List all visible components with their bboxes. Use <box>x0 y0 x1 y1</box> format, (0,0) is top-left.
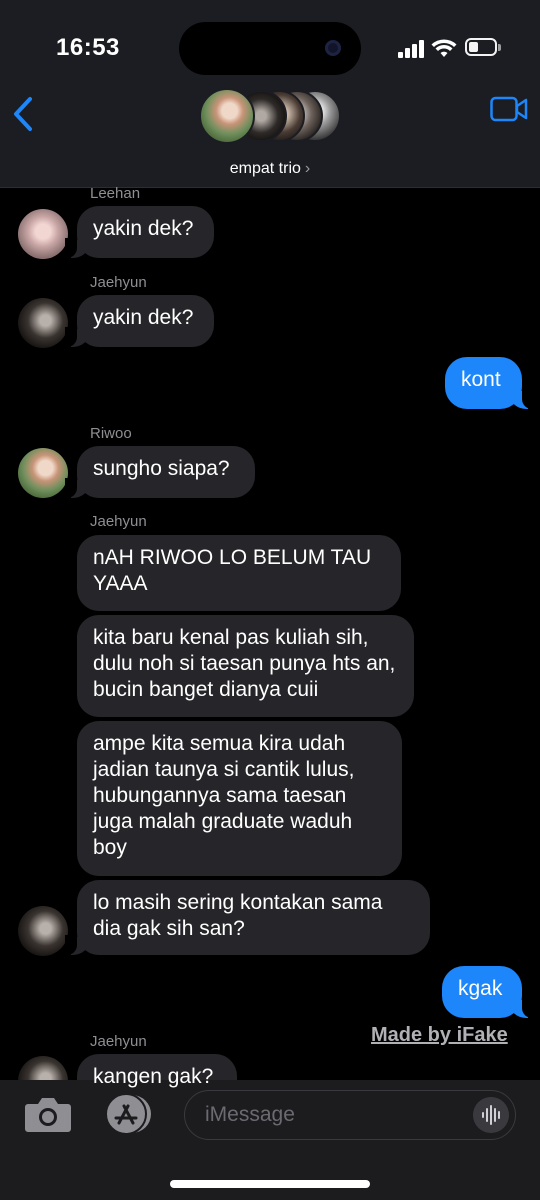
message-input-placeholder: iMessage <box>205 1103 295 1126</box>
message-bubble[interactable]: yakin dek? <box>65 206 214 258</box>
message-bubble[interactable]: yakin dek? <box>65 295 214 347</box>
video-call-icon[interactable] <box>490 96 528 122</box>
message-bubble[interactable]: kita baru kenal pas kuliah sih, dulu noh… <box>77 615 414 717</box>
message-bubble-sent[interactable]: kgak <box>442 966 534 1018</box>
camera-icon[interactable] <box>24 1095 72 1133</box>
back-chevron-icon[interactable] <box>10 96 38 132</box>
watermark: Made by iFake <box>371 1024 508 1046</box>
sender-name: Leehan <box>90 185 141 202</box>
message-bubble[interactable]: lo masih sering kontakan sama dia gak si… <box>65 880 430 955</box>
sender-name: Jaehyun <box>90 1033 147 1050</box>
message-bubble-sent[interactable]: kont <box>445 357 534 409</box>
sender-name: Jaehyun <box>90 274 147 291</box>
dynamic-island <box>179 22 361 75</box>
audio-waveform-icon[interactable] <box>473 1097 509 1133</box>
message-bubble[interactable]: sungho siapa? <box>65 446 255 498</box>
avatar <box>18 209 68 259</box>
conversation-header: 16:53 empat trio › <box>0 0 540 188</box>
group-avatars[interactable] <box>199 88 341 144</box>
chevron-right-icon: › <box>304 160 311 177</box>
message-bubble[interactable]: nAH RIWOO LO BELUM TAU YAAA <box>77 535 401 611</box>
message-input[interactable]: iMessage <box>184 1090 516 1140</box>
app-store-icon[interactable] <box>102 1093 154 1135</box>
status-time: 16:53 <box>56 34 120 61</box>
cellular-signal-icon <box>398 40 425 58</box>
avatar <box>18 298 68 348</box>
home-indicator[interactable] <box>170 1180 370 1188</box>
status-bar: 16:53 <box>0 0 540 90</box>
group-name[interactable]: empat trio › <box>0 160 540 178</box>
message-bubble[interactable]: ampe kita semua kira udah jadian taunya … <box>77 721 402 876</box>
avatar <box>199 88 255 144</box>
wifi-icon <box>431 39 457 57</box>
sender-name: Jaehyun <box>90 513 147 530</box>
battery-icon <box>465 38 501 56</box>
avatar <box>18 448 68 498</box>
avatar <box>18 906 68 956</box>
sender-name: Riwoo <box>90 425 132 442</box>
